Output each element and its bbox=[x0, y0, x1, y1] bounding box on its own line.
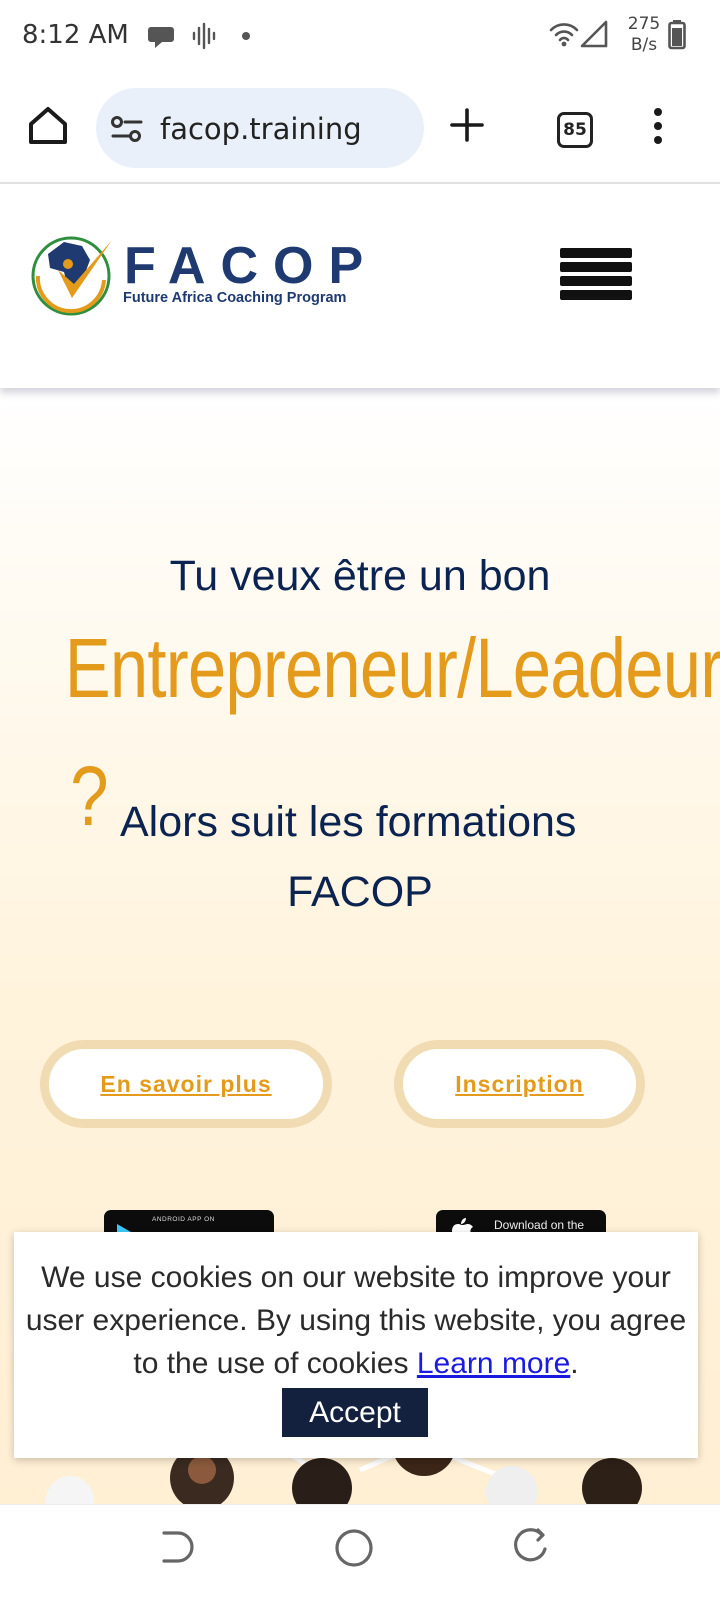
status-time: 8:12 AM bbox=[22, 20, 129, 50]
address-bar[interactable]: facop.training bbox=[96, 88, 424, 168]
hero-line-3: Alors suit les formations bbox=[120, 798, 577, 846]
signup-button[interactable]: Inscription bbox=[394, 1040, 645, 1128]
new-tab-plus-icon[interactable] bbox=[450, 108, 484, 142]
site-header: FACOP Future Africa Coaching Program bbox=[0, 184, 720, 388]
cookie-message: We use cookies on our website to improve… bbox=[14, 1256, 698, 1385]
avatar bbox=[582, 1458, 642, 1506]
logo-wordmark[interactable]: FACOP bbox=[124, 236, 378, 296]
hero-highlight-title: Entrepreneur/Leadeur bbox=[64, 621, 720, 715]
logo-tagline: Future Africa Coaching Program bbox=[123, 290, 347, 306]
net-speed-value: 275 bbox=[627, 14, 661, 34]
wifi-icon bbox=[549, 23, 579, 47]
dot-icon bbox=[242, 32, 250, 40]
back-gesture-icon[interactable] bbox=[158, 1527, 194, 1567]
apple-badge-caption: Download on the bbox=[494, 1218, 585, 1232]
net-speed-unit: B/s bbox=[630, 35, 658, 55]
android-badge-caption: ANDROID APP ON bbox=[152, 1216, 215, 1223]
battery-icon bbox=[668, 20, 686, 50]
learn-more-link[interactable]: Learn more bbox=[417, 1347, 570, 1380]
recents-icon[interactable] bbox=[512, 1527, 550, 1567]
facop-logo-emblem[interactable] bbox=[28, 232, 118, 318]
hamburger-menu-icon[interactable] bbox=[560, 248, 632, 304]
system-navigation-bar bbox=[0, 1504, 720, 1600]
chat-bubble-icon bbox=[148, 27, 174, 48]
hero-question-mark: ? bbox=[70, 749, 109, 843]
url-text[interactable]: facop.training bbox=[160, 112, 362, 146]
accept-cookies-button[interactable]: Accept bbox=[282, 1388, 428, 1437]
cookie-message-text: We use cookies on our website to improve… bbox=[25, 1261, 687, 1380]
home-circle-icon[interactable] bbox=[333, 1527, 375, 1569]
hero-line-1: Tu veux être un bon bbox=[169, 552, 551, 600]
network-speed: 275 B/s bbox=[620, 14, 668, 56]
voice-wave-icon bbox=[192, 22, 216, 50]
cookie-banner: We use cookies on our website to improve… bbox=[14, 1232, 698, 1458]
home-icon[interactable] bbox=[26, 104, 70, 148]
hero-line-4: FACOP bbox=[287, 868, 433, 916]
more-menu-icon[interactable] bbox=[650, 106, 666, 146]
status-bar: 8:12 AM 275 B/s bbox=[0, 0, 720, 72]
avatar bbox=[292, 1458, 352, 1506]
learn-more-button[interactable]: En savoir plus bbox=[40, 1040, 332, 1128]
cookie-message-suffix: . bbox=[570, 1347, 579, 1380]
tab-switcher-icon[interactable]: 85 bbox=[557, 112, 593, 148]
signal-icon bbox=[580, 20, 608, 48]
site-settings-icon[interactable] bbox=[110, 114, 144, 144]
browser-toolbar: facop.training 85 bbox=[0, 72, 720, 184]
